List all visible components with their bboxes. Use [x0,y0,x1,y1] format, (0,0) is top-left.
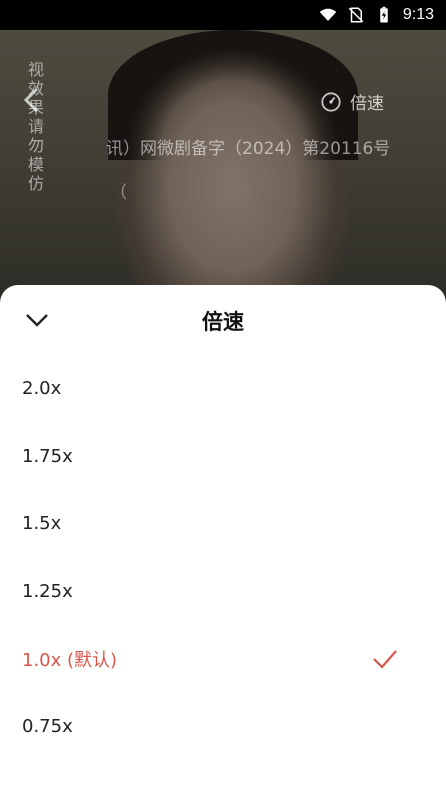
video-player[interactable]: 视效果 请勿模仿 讯）网微剧备字（2024）第20116号 （ 倍速 [0,30,446,300]
checkmark-icon [373,650,397,669]
warning-text: 视效果 请勿模仿 [28,60,45,193]
license-text-line2: （ [110,183,127,203]
speed-option-label: 1.5x [22,513,62,535]
speed-option-1.75x[interactable]: 1.75x [0,423,446,491]
license-text: 讯）网微剧备字（2024）第20116号 [106,139,391,159]
speed-option-1.25x[interactable]: 1.25x [0,558,446,626]
sheet-title: 倍速 [202,310,244,334]
speed-option-label: 1.0x (默认) [22,649,118,671]
speed-option-list: 2.0x 1.75x 1.5x 1.25x 1.0x (默认) 0.75x [0,355,446,760]
speed-gauge-icon [321,91,341,112]
battery-charging-icon [380,6,388,23]
wifi-icon [319,8,337,21]
speed-option-label: 1.75x [22,445,73,467]
speed-option-label: 1.25x [22,580,73,602]
speed-button-label: 倍速 [350,94,384,114]
video-dim-overlay [0,30,446,300]
status-bar: 9:13 [0,0,446,30]
speed-option-1.5x[interactable]: 1.5x [0,490,446,558]
no-sim-icon [348,7,364,23]
speed-button[interactable]: 倍速 [320,89,384,114]
status-time: 9:13 [402,6,434,23]
speed-option-2.0x[interactable]: 2.0x [0,355,446,423]
speed-option-label: 2.0x [22,378,62,400]
speed-option-label: 0.75x [22,715,73,737]
sheet-header: 倍速 [0,285,446,355]
speed-bottom-sheet: 倍速 2.0x 1.75x 1.5x 1.25x 1.0x (默认) 0.75x [0,285,446,792]
speed-option-0.75x[interactable]: 0.75x [0,693,446,761]
speed-option-1.0x[interactable]: 1.0x (默认) [0,625,446,693]
